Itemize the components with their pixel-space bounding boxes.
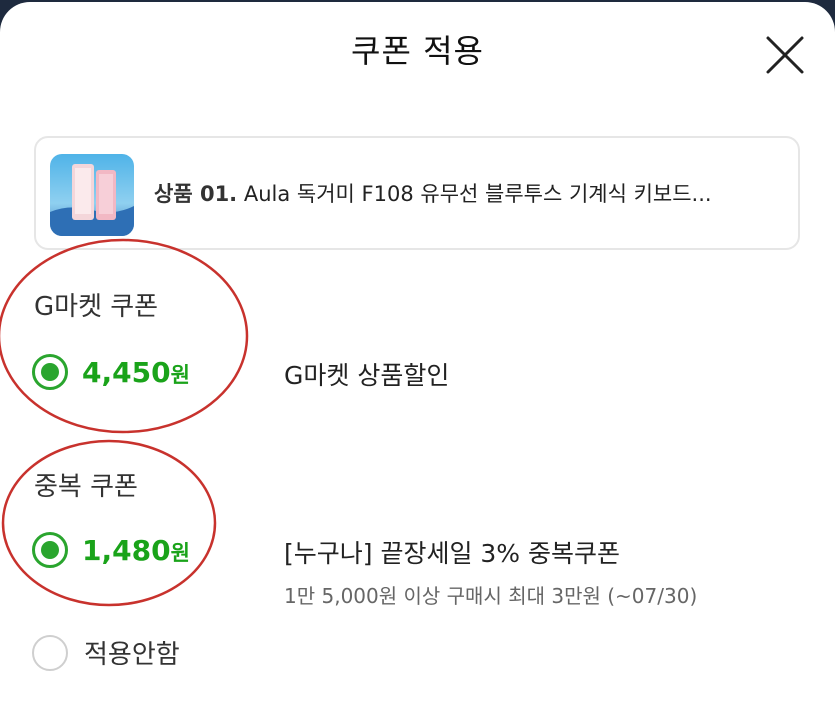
- double-coupon-condition: 1만 5,000원 이상 구매시 최대 3만원 (~07/30): [284, 584, 698, 608]
- double-coupon-name: [누구나] 끝장세일 3% 중복쿠폰: [284, 539, 621, 568]
- double-coupon-option[interactable]: 1,480원: [32, 532, 190, 568]
- amount-unit: 원: [170, 540, 190, 565]
- no-coupon-label: 적용안함: [84, 640, 180, 670]
- product-title: 상품 01. Aula 독거미 F108 유무선 블루투스 기계식 키보드...: [154, 178, 712, 208]
- double-coupon-section-title: 중복 쿠폰: [34, 472, 138, 502]
- product-name: Aula 독거미 F108 유무선 블루투스 기계식 키보드...: [243, 182, 712, 206]
- double-coupon-amount: 1,480원: [82, 534, 190, 567]
- radio-selected-icon[interactable]: [32, 532, 68, 568]
- radio-selected-icon[interactable]: [32, 354, 68, 390]
- coupon-sheet: 쿠폰 적용 상품 01. Aula 독거미 F108 유무선 블루투스 기계식 …: [0, 2, 835, 702]
- radio-unselected-icon[interactable]: [32, 634, 68, 671]
- product-thumbnail: [50, 154, 134, 236]
- amount-unit: 원: [170, 362, 190, 387]
- no-coupon-option[interactable]: 적용안함: [32, 634, 180, 671]
- close-icon[interactable]: [762, 32, 808, 78]
- gmarket-coupon-amount: 4,450원: [82, 356, 190, 389]
- amount-value: 1,480: [82, 533, 171, 567]
- gmarket-coupon-section-title: G마켓 쿠폰: [34, 292, 159, 322]
- gmarket-coupon-name: G마켓 상품할인: [284, 361, 450, 390]
- product-card: 상품 01. Aula 독거미 F108 유무선 블루투스 기계식 키보드...: [34, 136, 800, 250]
- gmarket-coupon-option[interactable]: 4,450원: [32, 354, 190, 390]
- page-title: 쿠폰 적용: [351, 32, 484, 70]
- amount-value: 4,450: [82, 355, 171, 389]
- product-code: 상품 01.: [154, 182, 238, 206]
